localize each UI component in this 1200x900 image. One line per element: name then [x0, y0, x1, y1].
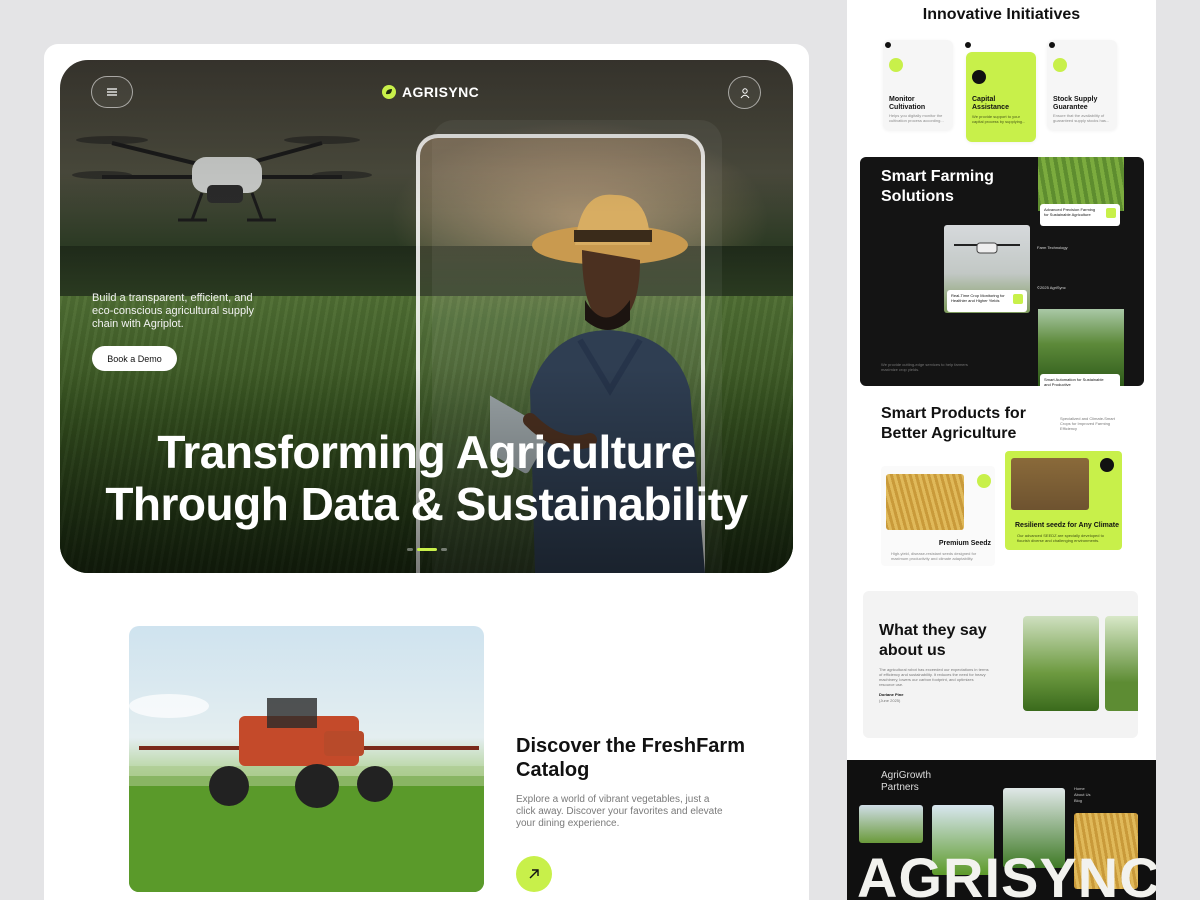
initiative-card-monitor[interactable]: Monitor Cultivation Helps you digitally …: [883, 40, 953, 130]
field-aerial-image: [1011, 458, 1089, 510]
arrow-icon: [972, 70, 986, 84]
menu-button[interactable]: [91, 76, 133, 108]
copyright-text: ©2025 AgriSync: [1037, 285, 1066, 290]
arrow-icon: [889, 58, 903, 72]
farm-tech-label: Farm Technology: [1037, 245, 1068, 250]
smart-farming-section: Smart Farming Solutions Advanced Precisi…: [860, 157, 1144, 386]
smart-farming-title: Smart Farming Solutions: [881, 168, 994, 205]
initiative-text: Helps you digitally monitor the cultivat…: [889, 113, 944, 123]
initiative-text: We provide support to your capital proce…: [972, 114, 1026, 124]
initiative-title: Capital Assistance: [972, 96, 1009, 111]
footer-wordmark: AGRISYNC: [857, 846, 1156, 900]
footer-link-blog[interactable]: Blog: [1074, 798, 1090, 804]
product-title: Premium Seedz: [938, 540, 991, 547]
carousel-dots[interactable]: [407, 548, 447, 551]
brand-logo[interactable]: AGRISYNC: [382, 84, 479, 100]
carousel-dot[interactable]: [441, 548, 447, 551]
initiatives-title: Innovative Initiatives: [922, 6, 1081, 23]
testimonial-text: The agricultural robot has exceeded our …: [879, 667, 989, 687]
discover-arrow-button[interactable]: [516, 856, 552, 892]
hero-title: Transforming Agriculture Through Data & …: [60, 426, 793, 530]
products-title: Smart Products for Better Agriculture: [881, 405, 1026, 442]
user-button[interactable]: [728, 76, 761, 109]
timeline-dot: [1049, 42, 1055, 48]
product-text: High-yield, disease-resistant seeds desi…: [891, 551, 977, 561]
hero-subtitle: Build a transparent, efficient, and eco-…: [92, 292, 255, 330]
testimonial-title: What they say about us: [879, 622, 987, 659]
carousel-dot[interactable]: [407, 548, 413, 551]
footer-nav: Home About Us Blog: [1074, 786, 1090, 804]
initiative-title: Monitor Cultivation: [889, 96, 926, 111]
book-demo-button[interactable]: Book a Demo: [92, 346, 177, 371]
preview-column: Innovative Initiatives Monitor Cultivati…: [847, 0, 1156, 900]
hero-title-line1: Transforming Agriculture: [157, 426, 696, 478]
arrow-up-right-icon: [529, 869, 539, 879]
smart-footer-text: We provide cutting-edge services to help…: [881, 362, 968, 372]
tractor-illustration: [129, 694, 484, 892]
partners-section: AgriGrowth Partners Home About Us Blog A…: [847, 760, 1156, 900]
product-card-premium-seedz[interactable]: Premium Seedz High-yield, disease-resist…: [881, 466, 995, 566]
crop-rows-image: [1038, 157, 1124, 211]
initiative-card-capital[interactable]: Capital Assistance We provide support to…: [966, 52, 1036, 142]
smart-card-automation[interactable]: Smart Automation for Sustainable and Pro…: [1040, 374, 1120, 386]
smart-card-precision[interactable]: Advanced Precision Farming for Sustainab…: [1040, 204, 1120, 226]
testimonial-date: (June 2025): [879, 698, 901, 703]
carousel-dot-active[interactable]: [417, 548, 437, 551]
smart-card-text: Advanced Precision Farming for Sustainab…: [1044, 207, 1096, 217]
user-icon: [740, 87, 749, 98]
partners-title: AgriGrowth Partners: [881, 770, 932, 793]
hero-section: AGRISYNC Build a transparent, efficient,…: [60, 60, 793, 573]
wheat-image: [886, 474, 964, 530]
product-title: Resilient seedz for Any Climate: [1015, 522, 1119, 529]
testimonial-section: What they say about us The agricultural …: [863, 591, 1138, 738]
landing-page-card: AGRISYNC Build a transparent, efficient,…: [44, 44, 809, 900]
farmer-portrait-image-2: [1105, 616, 1138, 711]
drone-mini-icon: [954, 242, 1020, 254]
initiative-card-stock[interactable]: Stock Supply Guarantee Ensure that the a…: [1047, 40, 1117, 130]
product-text: Our advanced SEEDZ are specially develop…: [1017, 533, 1104, 543]
arrow-icon: [1013, 294, 1023, 304]
initiative-title: Stock Supply Guarantee: [1053, 96, 1098, 111]
leaf-icon: [382, 85, 396, 99]
products-note: Specialized and Climate-Smart Crops for …: [1060, 416, 1115, 431]
product-card-resilient-seedz[interactable]: Resilient seedz for Any Climate Our adva…: [1005, 451, 1122, 550]
smart-card-text: Real-Time Crop Monitoring for Healthier …: [951, 293, 1005, 303]
testimonial-author: Doriane Pine: [879, 692, 904, 697]
hamburger-icon: [107, 88, 117, 96]
tractor-image: [129, 626, 484, 892]
initiative-text: Ensure that the availability of guarante…: [1053, 113, 1110, 123]
arrow-icon: [1106, 208, 1116, 218]
smart-card-monitoring[interactable]: Real-Time Crop Monitoring for Healthier …: [947, 290, 1027, 312]
brand-name: AGRISYNC: [402, 84, 480, 100]
arrow-icon: [977, 474, 991, 488]
partner-image: [859, 805, 923, 843]
smart-card-text: Smart Automation for Sustainable and Pro…: [1044, 377, 1104, 386]
discover-text: Explore a world of vibrant vegetables, j…: [516, 794, 723, 829]
hero-title-line2: Through Data & Sustainability: [105, 478, 748, 530]
timeline-dot: [885, 42, 891, 48]
timeline-dot: [965, 42, 971, 48]
arrow-icon: [1053, 58, 1067, 72]
farmer-portrait-image: [1023, 616, 1099, 711]
arrow-icon: [1100, 458, 1114, 472]
discover-title: Discover the FreshFarm Catalog: [516, 735, 745, 781]
